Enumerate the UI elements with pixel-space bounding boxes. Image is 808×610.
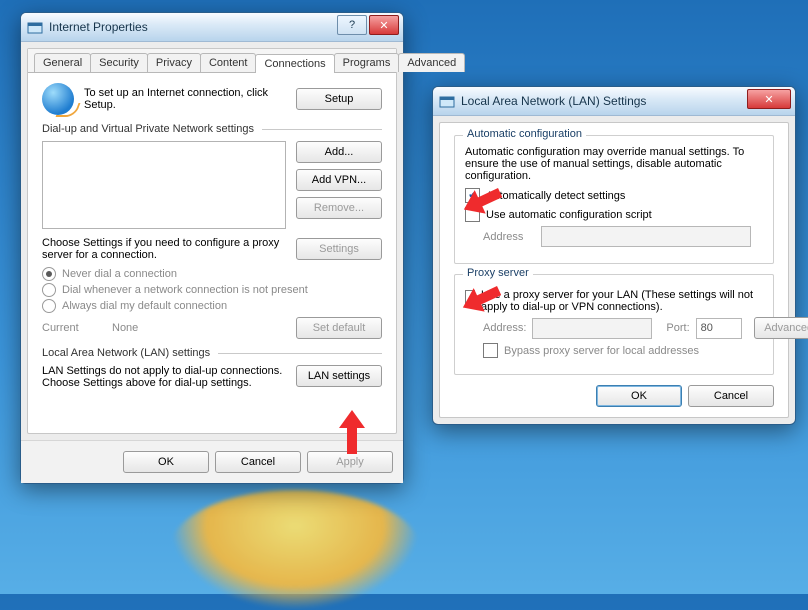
titlebar[interactable]: Internet Properties ? ✕ xyxy=(21,13,403,42)
checkbox-icon xyxy=(465,290,475,305)
button-label: Setup xyxy=(325,93,354,105)
button-label: Add VPN... xyxy=(312,174,366,186)
button-label: OK xyxy=(158,456,174,468)
checkbox-icon xyxy=(465,188,480,203)
tab-label: Advanced xyxy=(407,57,456,69)
group-lan-legend: Local Area Network (LAN) settings xyxy=(42,347,382,359)
tab-label: Content xyxy=(209,57,248,69)
add-button[interactable]: Add... xyxy=(296,141,382,163)
tab-content[interactable]: Content xyxy=(200,53,257,72)
radio-label: Dial whenever a network connection is no… xyxy=(62,284,308,296)
tab-security[interactable]: Security xyxy=(90,53,148,72)
radio-icon xyxy=(42,283,56,297)
tab-advanced[interactable]: Advanced xyxy=(398,53,465,72)
checkbox-label: Bypass proxy server for local addresses xyxy=(504,345,699,357)
button-label: Cancel xyxy=(241,456,275,468)
group-auto-config: Automatic configuration Automatic config… xyxy=(454,135,774,264)
tab-label: Security xyxy=(99,57,139,69)
button-label: Settings xyxy=(319,243,359,255)
button-label: Add... xyxy=(325,146,354,158)
radio-always-dial[interactable]: Always dial my default connection xyxy=(42,299,382,313)
port-label: Port: xyxy=(666,322,689,334)
button-label: Cancel xyxy=(714,390,748,402)
tab-label: Connections xyxy=(264,58,325,70)
ok-button[interactable]: OK xyxy=(596,385,682,407)
tab-label: Programs xyxy=(343,57,391,69)
radio-icon xyxy=(42,267,56,281)
group-legend: Automatic configuration xyxy=(463,128,586,140)
advanced-button[interactable]: Advanced xyxy=(754,317,808,339)
button-label: OK xyxy=(631,390,647,402)
checkbox-label: Use a proxy server for your LAN (These s… xyxy=(481,289,763,313)
internet-options-icon xyxy=(27,19,43,35)
script-address-input xyxy=(541,226,751,247)
connections-listbox[interactable] xyxy=(42,141,286,229)
button-label: Advanced xyxy=(764,322,808,334)
lan-note-2: Choose Settings above for dial-up settin… xyxy=(42,377,286,389)
help-button[interactable]: ? xyxy=(337,15,367,35)
proxy-address-label: Address: xyxy=(483,322,526,334)
checkbox-use-proxy[interactable]: Use a proxy server for your LAN (These s… xyxy=(465,289,763,313)
checkbox-icon xyxy=(483,343,498,358)
current-label: Current xyxy=(42,322,102,334)
lan-settings-button[interactable]: LAN settings xyxy=(296,365,382,387)
radio-label: Never dial a connection xyxy=(62,268,177,280)
close-button[interactable]: ✕ xyxy=(369,15,399,35)
dialog-footer: OK Cancel Apply xyxy=(21,440,403,483)
group-dialup-legend: Dial-up and Virtual Private Network sett… xyxy=(42,123,382,135)
radio-label: Always dial my default connection xyxy=(62,300,227,312)
checkbox-icon xyxy=(465,207,480,222)
window-title: Local Area Network (LAN) Settings xyxy=(461,94,646,108)
group-proxy: Proxy server Use a proxy server for your… xyxy=(454,274,774,375)
cancel-button[interactable]: Cancel xyxy=(215,451,301,473)
remove-button[interactable]: Remove... xyxy=(296,197,382,219)
tab-general[interactable]: General xyxy=(34,53,91,72)
tab-connections[interactable]: Connections xyxy=(255,54,334,73)
intro-text: To set up an Internet connection, click … xyxy=(84,87,286,111)
apply-button[interactable]: Apply xyxy=(307,451,393,473)
checkbox-label: Automatically detect settings xyxy=(486,190,625,202)
choose-settings-text: Choose Settings if you need to configure… xyxy=(42,237,286,261)
button-label: Remove... xyxy=(314,202,364,214)
legend-label: Dial-up and Virtual Private Network sett… xyxy=(42,123,254,135)
settings-button[interactable]: Settings xyxy=(296,238,382,260)
close-button[interactable]: ✕ xyxy=(747,89,791,109)
address-label: Address xyxy=(483,231,535,243)
legend-label: Local Area Network (LAN) settings xyxy=(42,347,210,359)
internet-options-icon xyxy=(439,93,455,109)
window-title: Internet Properties xyxy=(49,20,148,34)
checkbox-auto-script[interactable]: Use automatic configuration script xyxy=(465,207,763,222)
add-vpn-button[interactable]: Add VPN... xyxy=(296,169,382,191)
setup-button[interactable]: Setup xyxy=(296,88,382,110)
checkbox-auto-detect[interactable]: Automatically detect settings xyxy=(465,188,763,203)
tab-strip: General Security Privacy Content Connect… xyxy=(28,49,396,73)
tab-programs[interactable]: Programs xyxy=(334,53,400,72)
lan-settings-dialog: Local Area Network (LAN) Settings ✕ Auto… xyxy=(432,86,796,425)
tab-label: Privacy xyxy=(156,57,192,69)
radio-dial-whenever[interactable]: Dial whenever a network connection is no… xyxy=(42,283,382,297)
set-default-button[interactable]: Set default xyxy=(296,317,382,339)
button-label: LAN settings xyxy=(308,370,370,382)
tab-label: General xyxy=(43,57,82,69)
radio-icon xyxy=(42,299,56,313)
titlebar[interactable]: Local Area Network (LAN) Settings ✕ xyxy=(433,87,795,116)
current-value: None xyxy=(112,322,286,334)
desktop-decoration xyxy=(170,490,420,610)
checkbox-label: Use automatic configuration script xyxy=(486,209,652,221)
checkbox-bypass-local[interactable]: Bypass proxy server for local addresses xyxy=(483,343,763,358)
radio-never-dial[interactable]: Never dial a connection xyxy=(42,267,382,281)
cancel-button[interactable]: Cancel xyxy=(688,385,774,407)
ok-button[interactable]: OK xyxy=(123,451,209,473)
button-label: Apply xyxy=(336,456,364,468)
button-label: Set default xyxy=(313,322,366,334)
group-legend: Proxy server xyxy=(463,267,533,279)
internet-properties-dialog: Internet Properties ? ✕ General Security… xyxy=(20,12,404,484)
lan-note-1: LAN Settings do not apply to dial-up con… xyxy=(42,365,286,377)
globe-icon xyxy=(42,83,74,115)
proxy-address-input xyxy=(532,318,652,339)
tab-privacy[interactable]: Privacy xyxy=(147,53,201,72)
auto-note: Automatic configuration may override man… xyxy=(465,146,763,182)
proxy-port-input xyxy=(696,318,742,339)
